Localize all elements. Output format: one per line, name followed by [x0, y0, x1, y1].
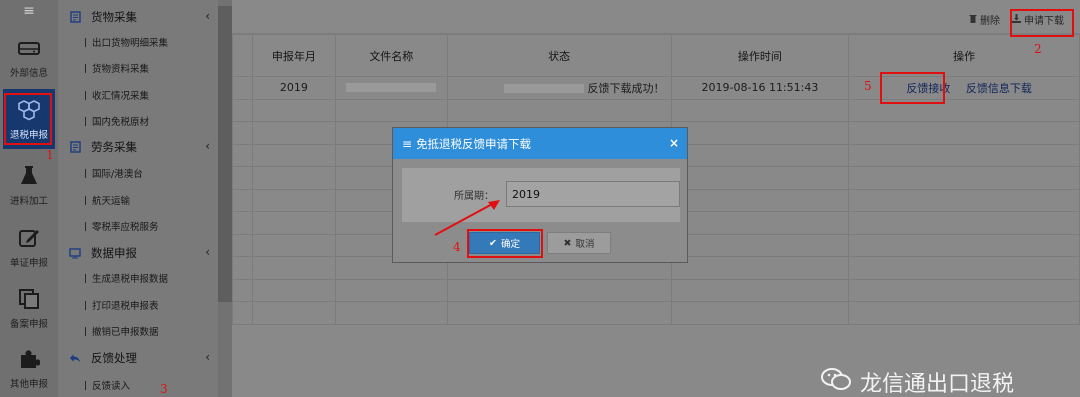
menu-group-label: 数据申报 [91, 246, 137, 260]
copy-icon [16, 287, 42, 311]
menu-group-data[interactable]: 数据申报 ‹ [58, 242, 218, 264]
menu-item-print-report[interactable]: 打印退税申报表 [85, 295, 215, 315]
menu-item-zero-rate[interactable]: 零税率应税服务 [85, 216, 215, 236]
reply-icon [69, 352, 81, 364]
menu-scrollbar-thumb[interactable] [218, 6, 232, 302]
chevron-left-icon: ‹ [205, 9, 210, 23]
toolbar: 删除 申请下载 [232, 0, 1080, 34]
menu-group-feedback[interactable]: 反馈处理 ‹ [58, 347, 218, 369]
watermark: 龙信通出口退税 [820, 366, 1014, 397]
table-row[interactable]: 2019 反馈下载成功！ 2019-08-16 11:51:43 反馈接收 反馈… [232, 76, 1080, 100]
col-header: 操作 [848, 34, 1080, 77]
annotation-number: 3 [160, 382, 168, 396]
table-row [232, 301, 1080, 325]
rail-item-filing[interactable]: 备案申报 [0, 278, 58, 338]
menu-group-label: 反馈处理 [91, 351, 137, 365]
feedback-download-link[interactable]: 反馈信息下载 [966, 82, 1032, 95]
menu-item-materials[interactable]: 国内免税原材 [85, 111, 215, 131]
menu-group-goods[interactable]: 货物采集 ‹ [58, 6, 218, 28]
side-menu: 货物采集 ‹ 出口货物明细采集 货物资料采集 收汇情况采集 国内免税原材 劳务采… [58, 0, 218, 397]
dialog-header: ≡ 免抵退税反馈申请下载 [393, 128, 687, 159]
list-icon: ≡ [402, 136, 413, 151]
menu-item-revoke-data[interactable]: 撤销已申报数据 [85, 321, 215, 341]
menu-group-labor[interactable]: 劳务采集 ‹ [58, 136, 218, 158]
menu-item-aerospace[interactable]: 航天运输 [85, 190, 215, 210]
table-header-row: 申报年月 文件名称 状态 操作时间 操作 [232, 34, 1080, 77]
menu-group-label: 货物采集 [91, 10, 137, 24]
annotation-number: 1 [46, 148, 54, 162]
rail-item-other[interactable]: 其他申报 [0, 338, 58, 397]
dialog-title: 免抵退税反馈申请下载 [416, 136, 532, 151]
period-cell: 2019 [251, 76, 336, 100]
rail-item-label: 其他申报 [9, 378, 48, 390]
menu-item-feedback-read[interactable]: 反馈读入 [85, 375, 215, 395]
status-cell: 反馈下载成功！ [446, 76, 672, 100]
trash-icon [969, 14, 977, 26]
annotation-number: 4 [453, 240, 461, 254]
period-input[interactable] [506, 181, 680, 207]
filename-cell [334, 76, 448, 100]
menu-item-generate-data[interactable]: 生成退税申报数据 [85, 268, 215, 288]
cancel-button[interactable]: ✖ 取消 [547, 232, 611, 254]
close-icon[interactable]: × [669, 136, 679, 150]
menu-item-goods-info[interactable]: 货物资料采集 [85, 58, 215, 78]
menu-item-international[interactable]: 国际/港澳台 [85, 163, 215, 183]
table-row [232, 278, 1080, 302]
time-cell: 2019-08-16 11:51:43 [670, 76, 850, 100]
monitor-icon [69, 247, 81, 259]
col-header: 文件名称 [334, 34, 448, 77]
annotation-number: 5 [864, 79, 872, 93]
chevron-left-icon: ‹ [205, 350, 210, 364]
annotation-arrow [434, 200, 500, 236]
rail-item-label: 单证申报 [9, 257, 48, 269]
delete-button[interactable]: 删除 [969, 12, 1000, 27]
chevron-left-icon: ‹ [205, 245, 210, 259]
rail-item-external-info[interactable]: 外部信息 [0, 27, 58, 87]
rail-item-processing[interactable]: 进料加工 [0, 155, 58, 215]
menu-item-export-goods[interactable]: 出口货物明细采集 [85, 32, 215, 52]
menu-group-label: 劳务采集 [91, 140, 137, 154]
document-icon [69, 141, 81, 153]
rail-item-label: 外部信息 [9, 67, 48, 79]
menu-toggle-icon[interactable]: ≡ [0, 0, 58, 22]
document-icon [69, 11, 81, 23]
wechat-icon [820, 366, 852, 397]
rail-item-documents[interactable]: 单证申报 [0, 217, 58, 277]
annotation-number: 2 [1034, 42, 1042, 56]
table-row [232, 98, 1080, 122]
rail-item-label: 进料加工 [9, 195, 48, 207]
chevron-left-icon: ‹ [205, 139, 210, 153]
edit-icon [16, 226, 42, 250]
flask-icon [16, 164, 42, 188]
drive-icon [16, 36, 42, 60]
col-header: 操作时间 [670, 34, 850, 77]
close-icon: ✖ [563, 237, 572, 249]
annotation-box [1010, 9, 1074, 37]
col-header: 状态 [446, 34, 672, 77]
annotation-box [880, 72, 945, 104]
col-header: 申报年月 [251, 34, 336, 77]
icon-rail: ≡ 外部信息 退税申报 进料加工 单证申报 备案申报 其他申报 [0, 0, 58, 397]
menu-item-forex[interactable]: 收汇情况采集 [85, 85, 215, 105]
rail-item-label: 备案申报 [9, 318, 48, 330]
puzzle-icon [16, 347, 42, 371]
annotation-box [4, 93, 52, 145]
